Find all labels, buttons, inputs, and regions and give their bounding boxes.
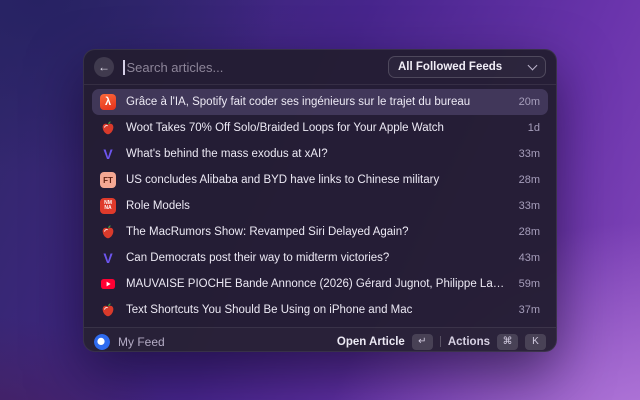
apple-source-icon <box>100 224 116 240</box>
article-list: λ Grâce à l'IA, Spotify fait coder ses i… <box>84 85 556 327</box>
article-title: Text Shortcuts You Should Be Using on iP… <box>126 304 413 316</box>
open-article-button[interactable]: Open Article <box>337 336 405 348</box>
article-row[interactable]: Text Shortcuts You Should Be Using on iP… <box>92 297 548 323</box>
footer-divider <box>439 336 441 347</box>
article-title: Role Models <box>126 200 190 212</box>
article-title: Grâce à l'IA, Spotify fait coder ses ing… <box>126 96 471 108</box>
article-row[interactable]: V What's behind the mass exodus at xAI? … <box>92 141 548 167</box>
article-timestamp: 43m <box>518 252 540 264</box>
chevron-down-icon <box>527 60 538 71</box>
search-placeholder: Search articles... <box>126 59 224 75</box>
feed-filter-label: All Followed Feeds <box>398 61 503 73</box>
article-row[interactable]: Woot Takes 70% Off Solo/Braided Loops fo… <box>92 115 548 141</box>
feed-filter-dropdown[interactable]: All Followed Feeds <box>388 56 546 78</box>
ft-source-icon: FT <box>100 172 116 188</box>
article-row[interactable]: MAUVAISE PIOCHE Bande Annonce (2026) Gér… <box>92 271 548 297</box>
status-footer: My Feed Open Article ↵ Actions ⌘ K <box>84 327 556 351</box>
apple-source-icon <box>100 120 116 136</box>
article-title: The MacRumors Show: Revamped Siri Delaye… <box>126 226 409 238</box>
youtube-source-icon <box>100 276 116 292</box>
article-timestamp: 28m <box>518 174 540 186</box>
article-timestamp: 59m <box>518 278 540 290</box>
article-title: MAUVAISE PIOCHE Bande Annonce (2026) Gér… <box>126 278 509 290</box>
actions-button[interactable]: Actions <box>448 336 490 348</box>
search-input[interactable]: Search articles... <box>123 59 379 75</box>
article-row[interactable]: λ Grâce à l'IA, Spotify fait coder ses i… <box>92 89 548 115</box>
apple-source-icon <box>100 302 116 318</box>
verge-source-icon: V <box>103 250 113 266</box>
text-caret <box>123 59 125 75</box>
command-key-icon: ⌘ <box>497 333 518 350</box>
article-timestamp: 28m <box>518 226 540 238</box>
article-title: What's behind the mass exodus at xAI? <box>126 148 328 160</box>
article-timestamp: 20m <box>518 96 540 108</box>
article-timestamp: 33m <box>518 148 540 160</box>
article-title: US concludes Alibaba and BYD have links … <box>126 174 440 186</box>
back-button[interactable]: ← <box>94 57 114 77</box>
article-row[interactable]: NM NA Role Models 33m <box>92 193 548 219</box>
verge-source-icon: V <box>103 146 113 162</box>
feed-name-label: My Feed <box>118 334 165 349</box>
rolemodels-source-icon: NM NA <box>100 198 116 214</box>
footer-actions: Open Article ↵ Actions ⌘ K <box>337 333 546 350</box>
article-title: Woot Takes 70% Off Solo/Braided Loops fo… <box>126 122 444 134</box>
myfeed-app-icon <box>94 333 110 350</box>
article-row[interactable]: V Can Democrats post their way to midter… <box>92 245 548 271</box>
article-timestamp: 1d <box>527 122 540 134</box>
lambda-source-icon: λ <box>100 94 116 110</box>
article-row[interactable]: The MacRumors Show: Revamped Siri Delaye… <box>92 219 548 245</box>
article-timestamp: 33m <box>518 200 540 212</box>
return-key-icon: ↵ <box>411 333 433 350</box>
desktop-background: ← Search articles... All Followed Feeds … <box>0 0 640 400</box>
feed-search-window: ← Search articles... All Followed Feeds … <box>83 49 557 352</box>
k-key-icon: K <box>525 333 546 350</box>
article-title: Can Democrats post their way to midterm … <box>126 252 390 264</box>
article-row[interactable]: FT US concludes Alibaba and BYD have lin… <box>92 167 548 193</box>
article-timestamp: 37m <box>518 304 540 316</box>
search-header: ← Search articles... All Followed Feeds <box>84 50 556 84</box>
